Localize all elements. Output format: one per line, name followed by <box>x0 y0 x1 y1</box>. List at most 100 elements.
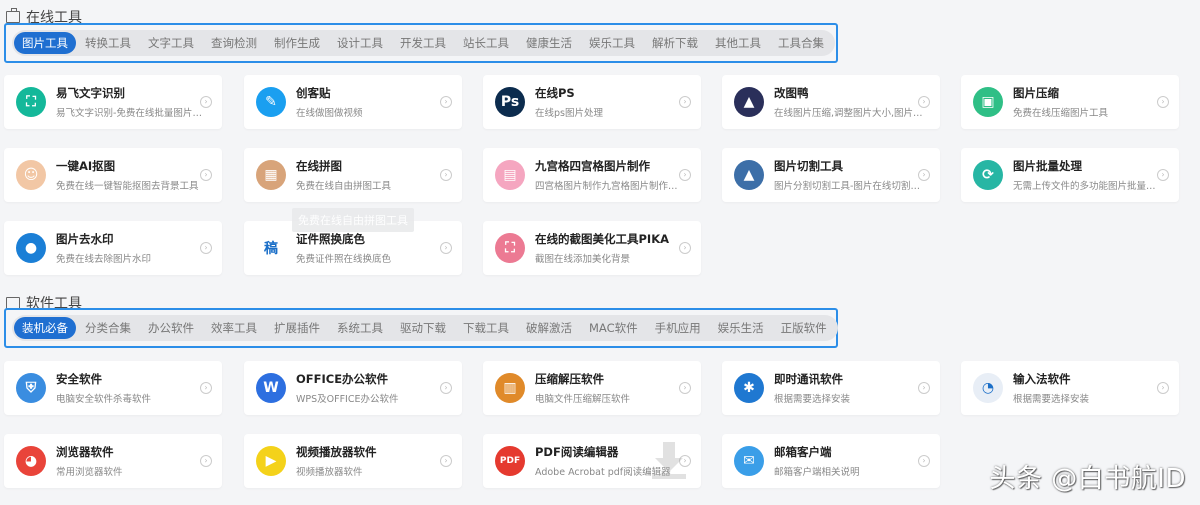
tool-card[interactable]: ▦ 在线拼图 免费在线自由拼图工具 › <box>244 148 462 202</box>
tool-card-description: 根据需要选择安装 <box>774 394 851 405</box>
tool-card[interactable]: ◔ 输入法软件 根据需要选择安装 › <box>961 361 1179 415</box>
tool-card[interactable]: ⛨ 安全软件 电脑安全软件杀毒软件 › <box>4 361 222 415</box>
tool-card[interactable]: ☺ 一键AI抠图 免费在线一键智能抠图去背景工具 › <box>4 148 222 202</box>
browser-icon: ◕ <box>16 446 46 476</box>
tool-card-description: 截图在线添加美化背景 <box>535 254 631 265</box>
tool-card-description: 免费在线压缩图片工具 <box>1013 108 1109 119</box>
tool-card-text: 易飞文字识别 易飞文字识别-免费在线批量图片文... <box>56 85 206 119</box>
tool-card[interactable]: ✉ 邮箱客户端 邮箱客户端相关说明 › <box>722 434 940 488</box>
tool-card-title: 图片去水印 <box>56 232 114 246</box>
tool-card-title: 改图鸭 <box>774 86 809 100</box>
tab-system-tools[interactable]: 系统工具 <box>329 317 391 339</box>
tab-driver-download[interactable]: 驱动下载 <box>392 317 454 339</box>
collage-icon: ▦ <box>256 160 286 190</box>
security-shield-icon: ⛨ <box>16 373 46 403</box>
image-cut-icon: ▲ <box>734 160 764 190</box>
tool-card-title: 压缩解压软件 <box>535 372 604 386</box>
tool-card-text: 在线的截图美化工具PIKA 截图在线添加美化背景 <box>535 231 685 265</box>
tool-card-title: 在线拼图 <box>296 159 342 173</box>
tab-entertainment-tools[interactable]: 娱乐工具 <box>581 32 643 54</box>
tab-image-tools[interactable]: 图片工具 <box>14 32 76 54</box>
tab-efficiency-tools[interactable]: 效率工具 <box>203 317 265 339</box>
tool-card-text: 图片批量处理 无需上传文件的多功能图片批量处... <box>1013 158 1163 192</box>
tool-card-title: 图片压缩 <box>1013 86 1059 100</box>
email-client-icon: ✉ <box>734 446 764 476</box>
tab-health-life[interactable]: 健康生活 <box>518 32 580 54</box>
chevron-right-icon: › <box>200 96 212 108</box>
watermark: 头条 @白书航ID <box>989 464 1186 494</box>
briefcase-icon <box>6 8 20 23</box>
tool-card-description: 视频播放器软件 <box>296 467 363 478</box>
tool-card[interactable]: ⛶ 易飞文字识别 易飞文字识别-免费在线批量图片文... › <box>4 75 222 129</box>
tab-crack-activate[interactable]: 破解激活 <box>518 317 580 339</box>
id-photo-icon: 稿 <box>256 233 286 263</box>
tab-dev-tools[interactable]: 开发工具 <box>392 32 454 54</box>
tab-download-tools[interactable]: 下载工具 <box>455 317 517 339</box>
tool-card[interactable]: ✱ 即时通讯软件 根据需要选择安装 › <box>722 361 940 415</box>
tool-card-text: 压缩解压软件 电脑文件压缩解压软件 <box>535 371 685 405</box>
tool-card[interactable]: ▣ 图片压缩 免费在线压缩图片工具 › <box>961 75 1179 129</box>
tab-mobile-apps[interactable]: 手机应用 <box>647 317 709 339</box>
online-tools-tabbar: 图片工具 转换工具 文字工具 查询检测 制作生成 设计工具 开发工具 站长工具 … <box>12 30 835 56</box>
tool-card-title: 输入法软件 <box>1013 372 1071 386</box>
tab-query-check[interactable]: 查询检测 <box>203 32 265 54</box>
chevron-right-icon: › <box>679 96 691 108</box>
tool-card[interactable]: ⟳ 图片批量处理 无需上传文件的多功能图片批量处... › <box>961 148 1179 202</box>
tool-card-description: 图片分割切割工具-图片在线切割分... <box>774 181 924 192</box>
chevron-right-icon: › <box>918 382 930 394</box>
tab-category-collection[interactable]: 分类合集 <box>77 317 139 339</box>
tool-card[interactable]: ▥ 压缩解压软件 电脑文件压缩解压软件 › <box>483 361 701 415</box>
tab-make-generate[interactable]: 制作生成 <box>266 32 328 54</box>
tool-card-description: 无需上传文件的多功能图片批量处... <box>1013 181 1163 192</box>
tool-card[interactable]: ✎ 创客贴 在线做图做视频 › <box>244 75 462 129</box>
tab-convert-tools[interactable]: 转换工具 <box>77 32 139 54</box>
tab-essentials[interactable]: 装机必备 <box>14 317 76 339</box>
tab-entertainment-life[interactable]: 娱乐生活 <box>710 317 772 339</box>
tool-card-title: 邮箱客户端 <box>774 445 832 459</box>
chevron-right-icon: › <box>918 169 930 181</box>
tool-card-text: 安全软件 电脑安全软件杀毒软件 <box>56 371 206 405</box>
tab-text-tools[interactable]: 文字工具 <box>140 32 202 54</box>
tool-card-title: OFFICE办公软件 <box>296 372 389 386</box>
tool-card-description: 在线ps图片处理 <box>535 108 603 119</box>
tool-card[interactable]: ▶ 视频播放器软件 视频播放器软件 › <box>244 434 462 488</box>
tab-design-tools[interactable]: 设计工具 <box>329 32 391 54</box>
tab-genuine-software[interactable]: 正版软件 <box>773 317 835 339</box>
tab-webmaster-tools[interactable]: 站长工具 <box>455 32 517 54</box>
tool-card-text: 图片去水印免费在线去除图片水印 <box>56 231 206 265</box>
chevron-right-icon: › <box>200 382 212 394</box>
remove-watermark-icon: ● <box>16 233 46 263</box>
tool-card[interactable]: ● 图片去水印 免费在线去除图片水印 › <box>4 221 222 275</box>
tool-card[interactable]: ▲ 图片切割工具 图片分割切割工具-图片在线切割分... › <box>722 148 940 202</box>
tool-card-description: 免费在线自由拼图工具 <box>296 181 392 192</box>
tool-card[interactable]: ▤ 九宫格四宫格图片制作 四宫格图片制作九宫格图片制作在... › <box>483 148 701 202</box>
chevron-right-icon: › <box>1157 96 1169 108</box>
tool-card-description: 免费在线去除图片水印 <box>56 254 152 265</box>
tool-card-text: 输入法软件根据需要选择安装 <box>1013 371 1163 405</box>
tool-card-text: OFFICE办公软件 WPS及OFFICE办公软件 <box>296 371 446 405</box>
tab-office-software[interactable]: 办公软件 <box>140 317 202 339</box>
tool-card-description: 在线图片压缩,调整图片大小,图片加... <box>774 108 924 119</box>
tab-extensions[interactable]: 扩展插件 <box>266 317 328 339</box>
chevron-right-icon: › <box>918 96 930 108</box>
im-chat-icon: ✱ <box>734 373 764 403</box>
tool-card-description: 免费证件照在线换底色 <box>296 254 392 265</box>
tool-card-description: 免费在线一键智能抠图去背景工具 <box>56 181 199 192</box>
tool-card-title: 在线PS <box>535 86 575 100</box>
tool-card-description: 邮箱客户端相关说明 <box>774 467 860 478</box>
tab-tool-collection[interactable]: 工具合集 <box>770 32 832 54</box>
tab-mac-software[interactable]: MAC软件 <box>581 317 646 339</box>
tool-card[interactable]: ⛶ 在线的截图美化工具PIKA 截图在线添加美化背景 › <box>483 221 701 275</box>
tool-card[interactable]: ◕ 浏览器软件 常用浏览器软件 › <box>4 434 222 488</box>
tool-card-description: WPS及OFFICE办公软件 <box>296 394 399 405</box>
tool-card[interactable]: ▲ 改图鸭在线图片压缩,调整图片大小,图片加... › <box>722 75 940 129</box>
tool-card-text: 一键AI抠图 免费在线一键智能抠图去背景工具 <box>56 158 206 192</box>
gaituya-icon: ▲ <box>734 87 764 117</box>
text-recognition-icon: ⛶ <box>16 87 46 117</box>
tool-card[interactable]: Ps 在线PS 在线ps图片处理 › <box>483 75 701 129</box>
tab-other-tools[interactable]: 其他工具 <box>707 32 769 54</box>
tool-card-description: 根据需要选择安装 <box>1013 394 1090 405</box>
tool-card[interactable]: W OFFICE办公软件 WPS及OFFICE办公软件 › <box>244 361 462 415</box>
tab-parse-download[interactable]: 解析下载 <box>644 32 706 54</box>
tool-card-title: 易飞文字识别 <box>56 86 125 100</box>
